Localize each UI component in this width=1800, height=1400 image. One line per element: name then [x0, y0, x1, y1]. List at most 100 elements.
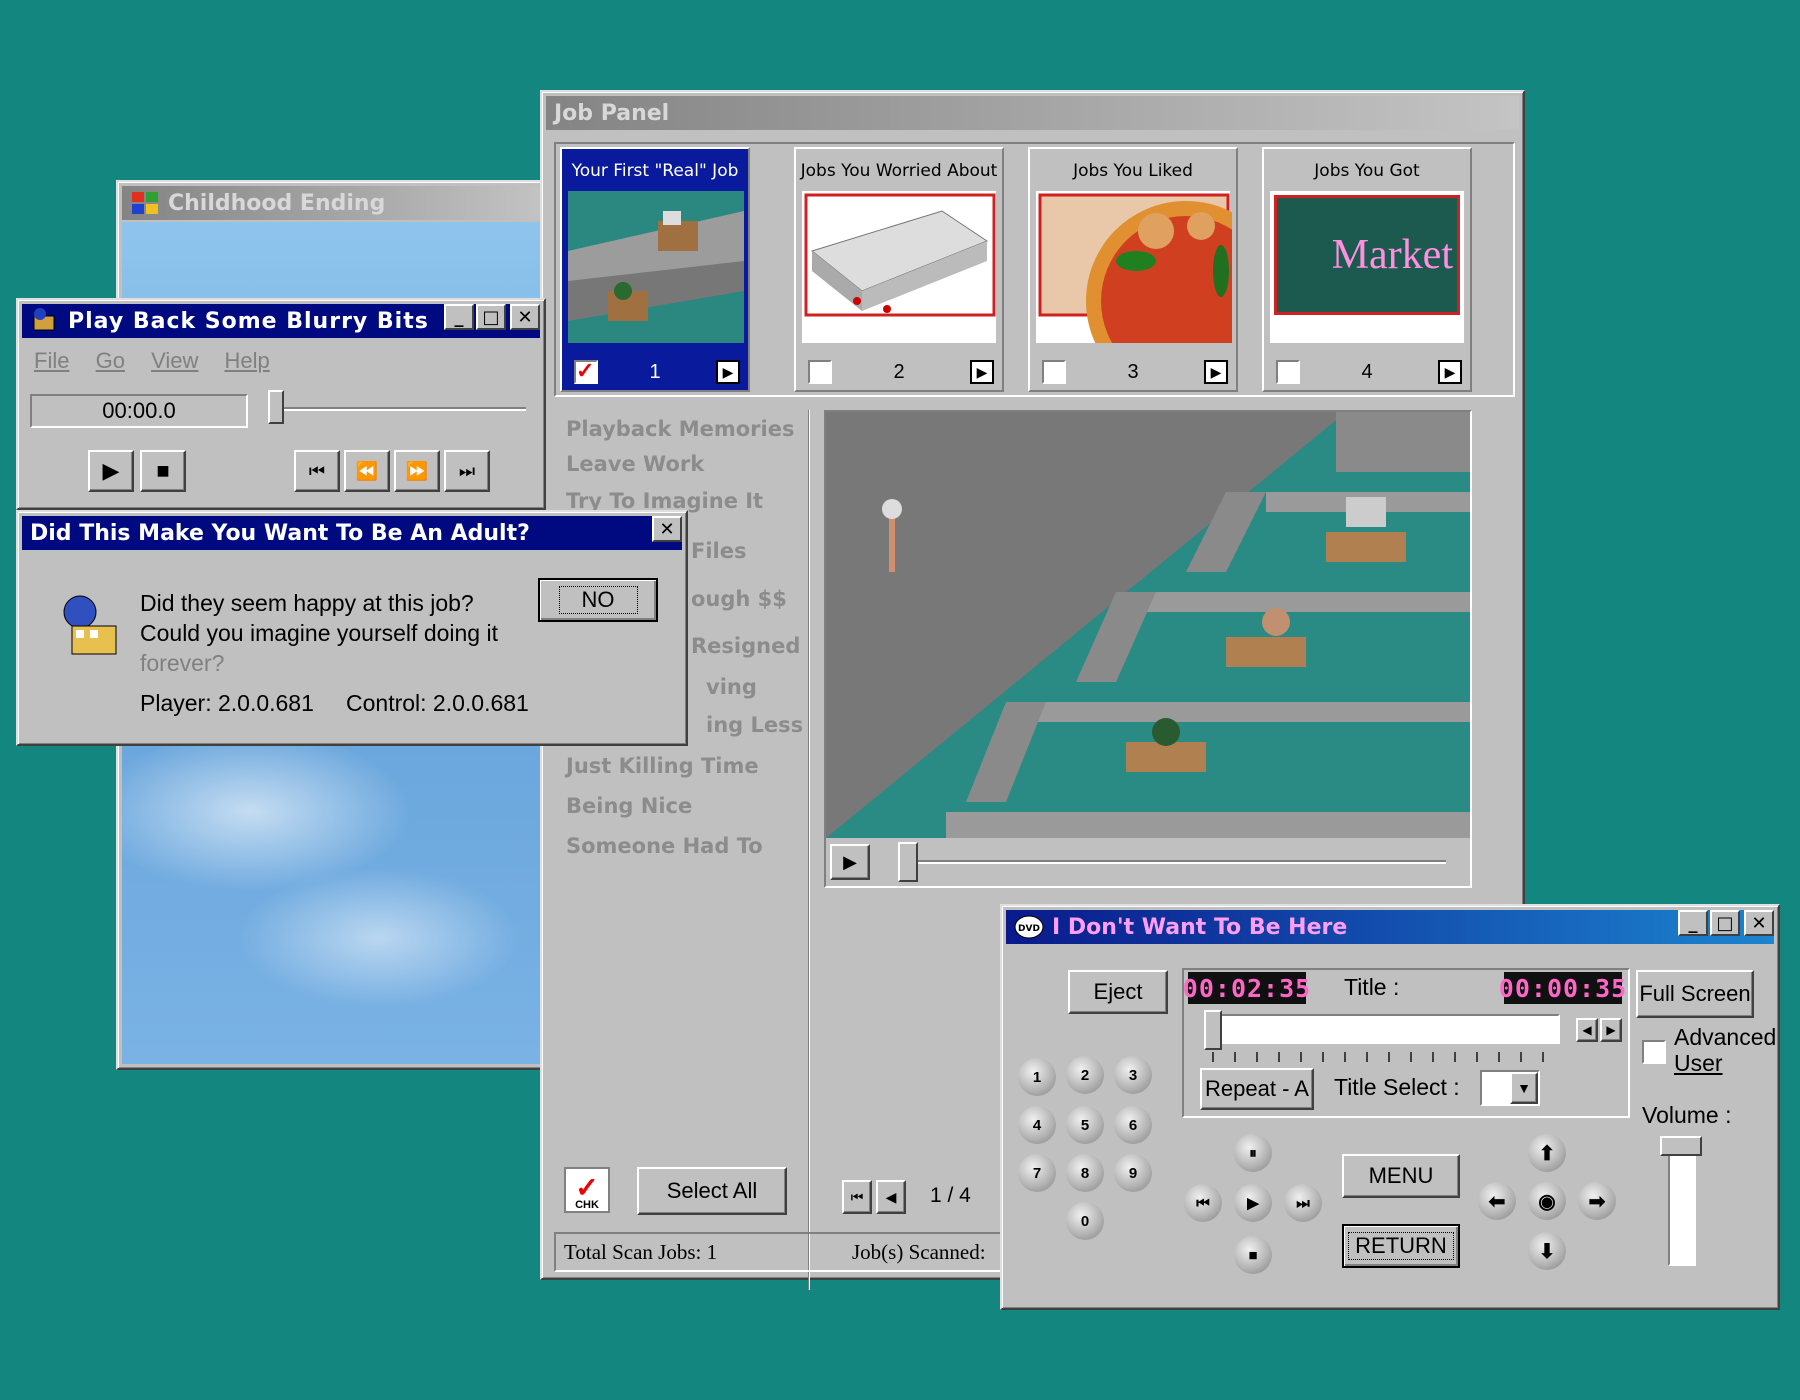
next-chapter-button[interactable]: ⏭: [1284, 1184, 1322, 1222]
keypad-6[interactable]: 6: [1114, 1106, 1152, 1144]
skip-back-button[interactable]: ⏮: [294, 450, 340, 492]
playback-window[interactable]: Play Back Some Blurry Bits _ □ ✕ File Go…: [16, 298, 546, 510]
keypad-1[interactable]: 1: [1018, 1058, 1056, 1096]
chk-icon[interactable]: ✓ CHK: [564, 1167, 610, 1213]
keypad-8[interactable]: 8: [1066, 1154, 1104, 1192]
advanced-user-checkbox[interactable]: [1642, 1040, 1666, 1064]
prev-page-button[interactable]: ◀: [876, 1180, 906, 1214]
dvd-play-button[interactable]: ▶: [1234, 1184, 1272, 1222]
rewind-button[interactable]: ⏪: [344, 450, 390, 492]
dialog-close-button[interactable]: ✕: [652, 516, 682, 542]
dvd-minimize-button[interactable]: _: [1678, 910, 1708, 936]
playback-seek-thumb[interactable]: [268, 390, 284, 424]
seek-right-button[interactable]: ▶: [1600, 1018, 1622, 1042]
seek-left-button[interactable]: ◀: [1576, 1018, 1598, 1042]
job-tab-2[interactable]: Jobs You Worried About 2 ▶: [794, 147, 1004, 392]
arrow-left-icon[interactable]: ⬅: [1478, 1182, 1516, 1220]
arrow-up-icon[interactable]: ⬆: [1528, 1134, 1566, 1172]
panel-divider: [808, 410, 810, 1290]
menu-help[interactable]: Help: [224, 348, 269, 373]
fast-forward-button[interactable]: ⏩: [394, 450, 440, 492]
volume-thumb[interactable]: [1660, 1136, 1702, 1156]
list-item[interactable]: Being Nice: [566, 794, 692, 818]
preview-seek-track[interactable]: [906, 860, 1446, 864]
keypad-9[interactable]: 9: [1114, 1154, 1152, 1192]
preview-seek-thumb[interactable]: [898, 842, 918, 882]
keypad-2[interactable]: 2: [1066, 1056, 1104, 1094]
player-version: Player: 2.0.0.681: [140, 690, 314, 716]
list-item[interactable]: Files: [691, 539, 746, 563]
dvd-seek-track[interactable]: [1204, 1014, 1560, 1044]
select-all-button[interactable]: Select All: [637, 1167, 787, 1215]
title-select-dropdown[interactable]: ▼: [1480, 1070, 1540, 1106]
dvd-window[interactable]: DVD I Don't Want To Be Here _ □ ✕ Eject …: [1000, 904, 1780, 1310]
volume-label: Volume :: [1642, 1102, 1732, 1128]
keypad-3[interactable]: 3: [1114, 1056, 1152, 1094]
dvd-seek-thumb[interactable]: [1204, 1010, 1222, 1050]
adult-dialog[interactable]: Did This Make You Want To Be An Adult? ✕…: [16, 510, 688, 746]
playback-seek-track[interactable]: [276, 407, 526, 411]
job-tab-label: Your First "Real" Job: [571, 161, 739, 181]
keypad-4[interactable]: 4: [1018, 1106, 1056, 1144]
list-item[interactable]: Just Killing Time: [566, 754, 759, 778]
previous-chapter-button[interactable]: ⏮: [1184, 1184, 1222, 1222]
chevron-down-icon[interactable]: ▼: [1510, 1072, 1538, 1104]
job-tab-2-play-icon[interactable]: ▶: [970, 360, 994, 384]
menu-button[interactable]: MENU: [1342, 1154, 1460, 1198]
arrow-right-icon[interactable]: ➡: [1578, 1182, 1616, 1220]
first-page-button[interactable]: ⏮: [842, 1180, 872, 1214]
return-button[interactable]: RETURN: [1342, 1224, 1460, 1268]
job-tab-3-play-icon[interactable]: ▶: [1204, 360, 1228, 384]
keypad-5[interactable]: 5: [1066, 1106, 1104, 1144]
job-tab-label: Jobs You Liked: [1073, 161, 1193, 181]
job-tab-1[interactable]: Your First "Real" Job ✓ 1 ▶: [560, 147, 750, 392]
office-cubicles-image: [826, 412, 1470, 838]
job-tab-4[interactable]: Jobs You Got Market 4 ▶: [1262, 147, 1472, 392]
minimize-button[interactable]: _: [444, 304, 474, 330]
menu-file[interactable]: File: [34, 348, 69, 373]
keypad-7[interactable]: 7: [1018, 1154, 1056, 1192]
volume-track[interactable]: [1668, 1142, 1696, 1266]
list-item[interactable]: Playback Memories: [566, 417, 794, 441]
list-item[interactable]: ving: [706, 675, 757, 699]
list-item[interactable]: ing Less: [706, 713, 803, 737]
stop-button[interactable]: ■: [140, 450, 186, 492]
job-panel-title: Job Panel: [554, 100, 670, 126]
dvd-close-button[interactable]: ✕: [1744, 910, 1774, 936]
menu-go[interactable]: Go: [96, 348, 125, 373]
arrow-down-icon[interactable]: ⬇: [1528, 1232, 1566, 1270]
dvd-maximize-button[interactable]: □: [1710, 910, 1740, 936]
no-button[interactable]: NO: [538, 578, 658, 622]
job-tab-3[interactable]: Jobs You Liked 3 ▶: [1028, 147, 1286, 401]
job-panel-titlebar[interactable]: Job Panel: [546, 96, 1519, 130]
menu-view[interactable]: View: [151, 348, 198, 373]
enter-icon[interactable]: ◉: [1528, 1182, 1566, 1220]
skip-forward-button[interactable]: ⏭: [444, 450, 490, 492]
list-item[interactable]: Resigned: [691, 634, 800, 658]
list-item[interactable]: Leave Work: [566, 452, 704, 476]
preview-play-button[interactable]: ▶: [830, 844, 870, 880]
playback-title: Play Back Some Blurry Bits: [68, 308, 429, 334]
chk-label: CHK: [575, 1199, 599, 1211]
keypad-0[interactable]: 0: [1066, 1202, 1104, 1240]
maximize-button[interactable]: □: [476, 304, 506, 330]
pause-button[interactable]: ⏸: [1234, 1134, 1272, 1172]
close-button[interactable]: ✕: [510, 304, 540, 330]
repeat-button[interactable]: Repeat - A: [1200, 1068, 1314, 1110]
dvd-stop-button[interactable]: ■: [1234, 1236, 1272, 1274]
media-player-icon: [33, 308, 55, 331]
fullscreen-button[interactable]: Full Screen: [1636, 970, 1754, 1018]
no-button-label: NO: [558, 586, 638, 614]
windows-logo-icon: [132, 192, 158, 214]
advanced-label: Advanced: [1674, 1024, 1777, 1050]
dialog-titlebar[interactable]: Did This Make You Want To Be An Adult?: [22, 516, 682, 550]
job-tab-4-play-icon[interactable]: ▶: [1438, 360, 1462, 384]
market-text: Market: [1331, 232, 1453, 278]
list-item[interactable]: Someone Had To: [566, 834, 763, 858]
play-button[interactable]: ▶: [88, 450, 134, 492]
dvd-titlebar[interactable]: DVD I Don't Want To Be Here: [1006, 910, 1774, 944]
job-tab-1-play-icon[interactable]: ▶: [716, 360, 740, 384]
eject-button[interactable]: Eject: [1068, 970, 1168, 1014]
childhood-titlebar[interactable]: Childhood Ending: [122, 186, 550, 220]
list-item[interactable]: ough $$: [691, 587, 787, 611]
